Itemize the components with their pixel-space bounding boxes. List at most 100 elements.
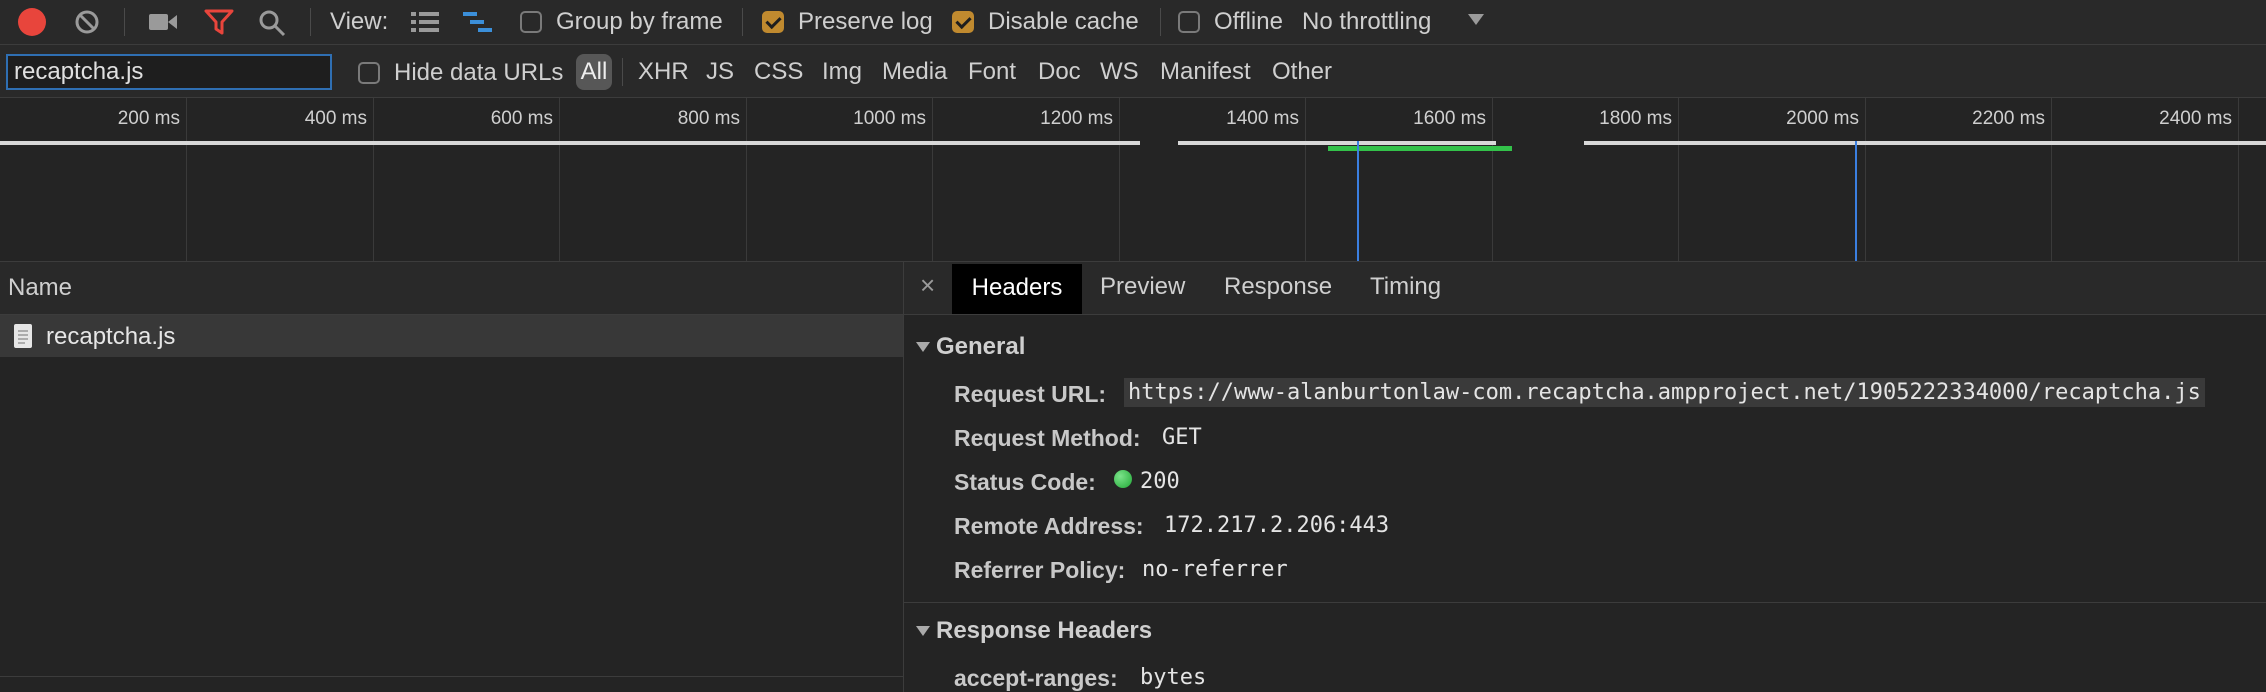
type-filter-css[interactable]: CSS [754,58,803,86]
large-rows-view-button[interactable] [410,10,440,34]
timeline-overview-bar [1178,141,1496,145]
timeline-gridline [932,98,933,261]
offline-checkbox[interactable] [1178,11,1200,33]
search-icon [259,10,286,37]
throttling-select[interactable]: No throttling [1302,8,1431,36]
referrer-policy-value: no-referrer [1142,557,1288,582]
timeline-tick-label: 2000 ms [1786,108,1859,129]
filter-funnel-icon [204,9,234,35]
type-filter-ws[interactable]: WS [1100,58,1139,86]
request-method-value: GET [1162,425,1202,450]
toolbar-divider [310,8,311,36]
timeline-gridline [373,98,374,261]
timeline-gridline [2051,98,2052,261]
type-filter-js[interactable]: JS [706,58,734,86]
remote-address-key: Remote Address: [954,513,1144,539]
accept-ranges-key: accept-ranges: [954,665,1118,691]
waterfall-icon [463,12,492,32]
hide-data-urls-checkbox[interactable] [358,62,380,84]
type-filter-font[interactable]: Font [968,58,1016,86]
accept-ranges-value: bytes [1140,665,1207,690]
status-code-value: 200 [1140,469,1180,494]
timeline-tick-label: 600 ms [490,108,553,129]
group-by-frame-label: Group by frame [556,8,723,35]
toolbar-divider [124,8,125,36]
timeline-gridline [1119,98,1120,261]
dom-content-loaded-marker [1357,141,1359,261]
screenshot-button[interactable] [148,10,178,34]
request-url-value: https://www-alanburtonlaw-com.recaptcha.… [1124,378,2205,407]
filter-toggle-button[interactable] [204,8,234,36]
type-filter-media[interactable]: Media [882,58,947,86]
timeline-overview-bar [0,141,1140,145]
document-file-icon [14,324,32,348]
timeline-gridline [1678,98,1679,261]
disclosure-triangle-icon[interactable] [916,626,930,636]
timeline-tick-label: 800 ms [677,108,740,129]
tab-headers[interactable]: Headers [952,264,1082,314]
clear-icon [75,10,99,34]
search-button[interactable] [258,9,286,37]
status-code-key: Status Code: [954,469,1096,495]
chevron-down-icon[interactable] [1468,14,1484,25]
clear-button[interactable] [74,9,100,35]
status-ok-icon [1114,470,1132,488]
timeline-gridline [1305,98,1306,261]
timeline-tick-label: 1200 ms [1040,108,1113,129]
toolbar-divider [742,8,743,36]
name-column-header[interactable]: Name [0,262,903,315]
tab-timing[interactable]: Timing [1370,273,1441,301]
type-filter-all[interactable]: All [576,54,612,90]
disable-cache-label: Disable cache [988,8,1139,35]
group-by-frame-checkbox[interactable] [520,11,542,33]
timeline-tick-label: 1400 ms [1226,108,1299,129]
tab-response[interactable]: Response [1224,273,1332,301]
timeline-tick-label: 1600 ms [1413,108,1486,129]
disclosure-triangle-icon[interactable] [916,342,930,352]
timeline-tick-label: 200 ms [117,108,180,129]
timeline-gridline [186,98,187,261]
timeline-overview-bar [1584,141,2266,145]
list-scroll-track [0,676,903,677]
type-filter-img[interactable]: Img [822,58,862,86]
timeline-gridline [746,98,747,261]
close-icon[interactable]: × [920,270,935,301]
waterfall-view-button[interactable] [462,10,494,36]
video-camera-icon [149,14,177,30]
referrer-policy-key: Referrer Policy: [954,557,1126,583]
record-button[interactable] [18,8,46,36]
list-view-icon [411,12,439,32]
type-filter-doc[interactable]: Doc [1038,58,1081,86]
type-filter-manifest[interactable]: Manifest [1160,58,1251,86]
disable-cache-checkbox[interactable] [952,11,974,33]
timeline-tick-label: 1000 ms [853,108,926,129]
timeline-gridline [1492,98,1493,261]
timeline-tick-label: 1800 ms [1599,108,1672,129]
section-divider [904,602,2266,603]
timeline-request-bar [1328,146,1512,151]
request-row[interactable]: recaptcha.js [0,315,903,357]
timeline-tick-label: 2200 ms [1972,108,2045,129]
type-filter-other[interactable]: Other [1272,58,1332,86]
tab-preview[interactable]: Preview [1100,273,1185,301]
hide-data-urls-label: Hide data URLs [394,59,564,86]
toolbar-divider [622,58,623,86]
timeline-tick-label: 400 ms [304,108,367,129]
type-filter-xhr[interactable]: XHR [638,58,689,86]
load-event-marker [1855,141,1857,261]
preserve-log-label: Preserve log [798,8,933,35]
timeline-gridline [559,98,560,261]
request-method-key: Request Method: [954,425,1141,451]
timeline-gridline [2238,98,2239,261]
response-headers-section-title[interactable]: Response Headers [936,617,1152,645]
timeline-gridline [1865,98,1866,261]
request-url-key: Request URL: [954,381,1107,407]
filter-input[interactable] [6,54,332,90]
general-section-title[interactable]: General [936,333,1025,361]
preserve-log-checkbox[interactable] [762,11,784,33]
view-label: View: [330,8,389,35]
name-column-label: Name [8,274,73,301]
offline-label: Offline [1214,8,1283,35]
remote-address-value: 172.217.2.206:443 [1164,513,1390,538]
timeline-tick-label: 2400 ms [2159,108,2232,129]
